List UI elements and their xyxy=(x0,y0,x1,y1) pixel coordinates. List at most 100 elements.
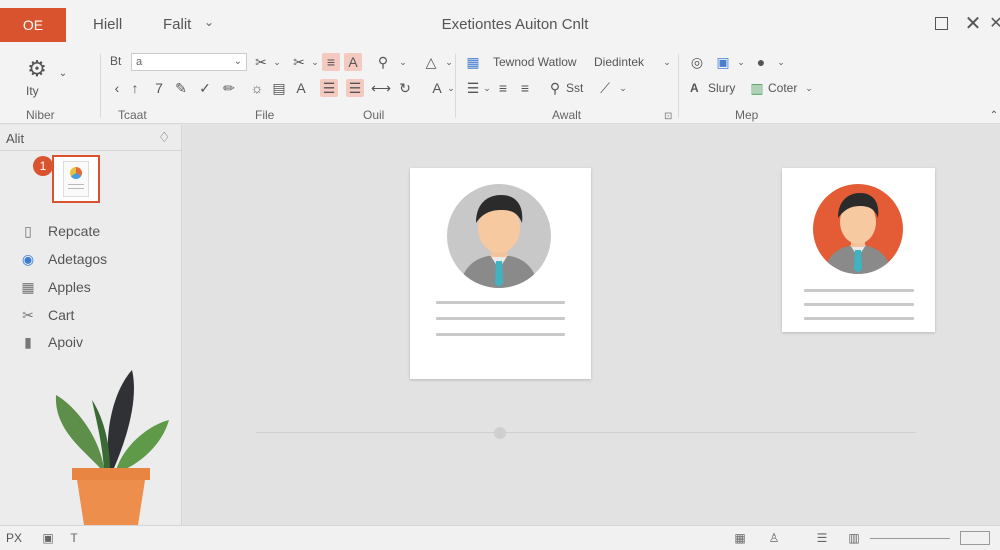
ribbon: ⚙ ⌄ Ity Niber Bt a ⌄ ✂ ⌄ ✂ ⌄ ≡ A ⚲ ⌄ △ ⌄ … xyxy=(0,48,1000,124)
cmd-coter[interactable]: Coter xyxy=(768,81,797,95)
find-icon[interactable]: ⚲ xyxy=(374,53,392,71)
text-box-icon[interactable]: ▦ xyxy=(464,53,482,71)
text-line xyxy=(436,301,565,304)
chevron-down-icon[interactable]: ⌄ xyxy=(800,79,818,97)
app-badge[interactable]: OE xyxy=(0,8,66,42)
italic-icon[interactable]: 7 xyxy=(150,79,168,97)
center-align-icon[interactable]: ≡ xyxy=(494,79,512,97)
zoom-fit-button[interactable] xyxy=(960,531,990,545)
text-line xyxy=(436,333,565,336)
picture-icon[interactable]: ▣ xyxy=(714,53,732,71)
doc-icon: ▮ xyxy=(24,333,32,350)
font-color-icon[interactable]: A xyxy=(344,53,362,71)
nav-item-adetagos[interactable]: ◉ Adetagos xyxy=(18,249,107,269)
person-icon[interactable]: ♙ xyxy=(766,530,782,546)
cmd-diedintek[interactable]: Diedintek xyxy=(594,55,644,69)
sun-icon[interactable]: ☼ xyxy=(248,79,266,97)
cmd-set[interactable]: Sst xyxy=(566,81,583,95)
chevron-down-icon[interactable]: ⌄ xyxy=(204,15,214,29)
zoom-slider[interactable] xyxy=(870,538,950,539)
chevron-down-icon[interactable]: ⌄ xyxy=(442,79,460,97)
nav-item-label: Apples xyxy=(48,279,91,295)
chevron-down-icon[interactable]: ⌄ xyxy=(234,54,242,70)
cmd-slury[interactable]: Slury xyxy=(708,81,735,95)
table-icon[interactable]: ▤ xyxy=(270,79,288,97)
chevron-down-icon[interactable]: ⌄ xyxy=(732,53,750,71)
collapse-ribbon-icon[interactable]: ⌃ xyxy=(985,106,1000,124)
dialog-launcher-icon[interactable]: ⊡ xyxy=(664,111,672,122)
chevron-down-icon[interactable]: ⌄ xyxy=(268,53,286,71)
profile-card[interactable] xyxy=(410,168,591,379)
slider-handle[interactable] xyxy=(494,427,507,439)
comment-icon[interactable]: ● xyxy=(752,53,770,71)
check-icon[interactable]: ✓ xyxy=(196,79,214,97)
group-divider xyxy=(455,54,456,118)
back-icon[interactable]: ‹ xyxy=(108,79,126,97)
text-icon[interactable]: T xyxy=(66,530,82,546)
menu-hiell[interactable]: Hiell xyxy=(93,16,122,33)
nav-item-label: Repcate xyxy=(48,223,101,239)
left-pane: Alit ♢ 1 ▯ Repcate ◉ Adetagos ▦ Apples ✂… xyxy=(0,125,182,525)
text-line xyxy=(804,317,914,320)
up-arrow-icon[interactable]: ↑ xyxy=(126,79,144,97)
cmd-a[interactable]: A xyxy=(690,81,699,95)
slide-canvas xyxy=(183,125,1000,525)
font-a-icon[interactable]: A xyxy=(292,79,310,97)
chevron-down-icon[interactable]: ⌄ xyxy=(54,64,72,82)
chevron-down-icon[interactable]: ⌄ xyxy=(658,53,676,71)
cmd-tewnod-wallow[interactable]: Tewnod Watlow xyxy=(493,55,577,69)
notes-icon[interactable]: ▣ xyxy=(40,530,56,546)
maximize-button[interactable] xyxy=(930,12,952,34)
globe-icon[interactable]: ◎ xyxy=(688,53,706,71)
maximize-icon xyxy=(934,16,948,30)
nav-item-cart[interactable]: ✂ Cart xyxy=(18,305,74,325)
slide-number-badge: 1 xyxy=(33,156,53,176)
nav-item-apples[interactable]: ▦ Apples xyxy=(18,277,91,297)
ribbon-big-label: Ity xyxy=(26,84,39,98)
shape-icon[interactable]: △ xyxy=(422,53,440,71)
search-icon[interactable]: ⚲ xyxy=(546,79,564,97)
rotate-icon[interactable]: ↻ xyxy=(396,79,414,97)
nav-item-repcate[interactable]: ▯ Repcate xyxy=(18,221,100,241)
gear-icon[interactable]: ⚙ xyxy=(24,56,50,82)
profile-card[interactable] xyxy=(782,168,935,332)
thumbnail-line xyxy=(68,184,84,185)
nav-item-label: Cart xyxy=(48,307,75,323)
group-label-ouil: Ouil xyxy=(363,108,385,122)
avatar xyxy=(447,184,551,288)
chevron-down-icon[interactable]: ⌄ xyxy=(772,53,790,71)
group-divider xyxy=(678,54,679,118)
list-highlight-icon[interactable]: ☰ xyxy=(346,79,364,97)
view-icon[interactable]: ▦ xyxy=(732,530,748,546)
document-title: Exetiontes Auiton Cnlt xyxy=(441,16,589,33)
menu-falit[interactable]: Falit xyxy=(163,16,191,33)
slide-thumbnail[interactable] xyxy=(52,155,100,203)
thumbnail-avatar xyxy=(70,167,82,179)
nav-item-apoiv[interactable]: ▮ Apoiv xyxy=(18,332,83,352)
chevron-down-icon[interactable]: ⌄ xyxy=(614,79,632,97)
list-icon[interactable]: ☰ xyxy=(320,79,338,97)
slider-track[interactable] xyxy=(256,432,916,433)
drop-icon: ◉ xyxy=(21,250,35,267)
normal-view-icon[interactable]: ☰ xyxy=(814,530,830,546)
close-button[interactable]: ✕ xyxy=(962,12,984,35)
divider xyxy=(0,150,182,151)
thumbnail-page xyxy=(63,161,89,197)
pin-icon[interactable]: ♢ xyxy=(158,129,171,146)
chevron-down-icon[interactable]: ⌄ xyxy=(394,53,412,71)
pencil-icon[interactable]: ✏ xyxy=(220,79,238,97)
brush-icon[interactable]: ⟋ xyxy=(596,79,614,97)
line-icon[interactable]: ⟷ xyxy=(371,79,391,97)
color-icon[interactable]: ▥ xyxy=(748,79,766,97)
font-prefix: Bt xyxy=(110,54,122,68)
pen-icon[interactable]: ✎ xyxy=(172,79,190,97)
right-align-icon[interactable]: ≡ xyxy=(516,79,534,97)
font-input-value: a xyxy=(136,56,143,68)
close-pane-icon[interactable]: ✕ xyxy=(985,12,1000,34)
align-icon[interactable]: ≡ xyxy=(322,53,340,71)
font-input[interactable]: a ⌄ xyxy=(131,53,247,71)
app-window: OE Hiell Falit ⌄ Exetiontes Auiton Cnlt … xyxy=(0,0,1000,550)
zoom-out-icon[interactable]: ▥ xyxy=(846,530,862,546)
group-label-tcaat: Tcaat xyxy=(118,108,147,122)
nav-item-label: Adetagos xyxy=(48,251,108,267)
